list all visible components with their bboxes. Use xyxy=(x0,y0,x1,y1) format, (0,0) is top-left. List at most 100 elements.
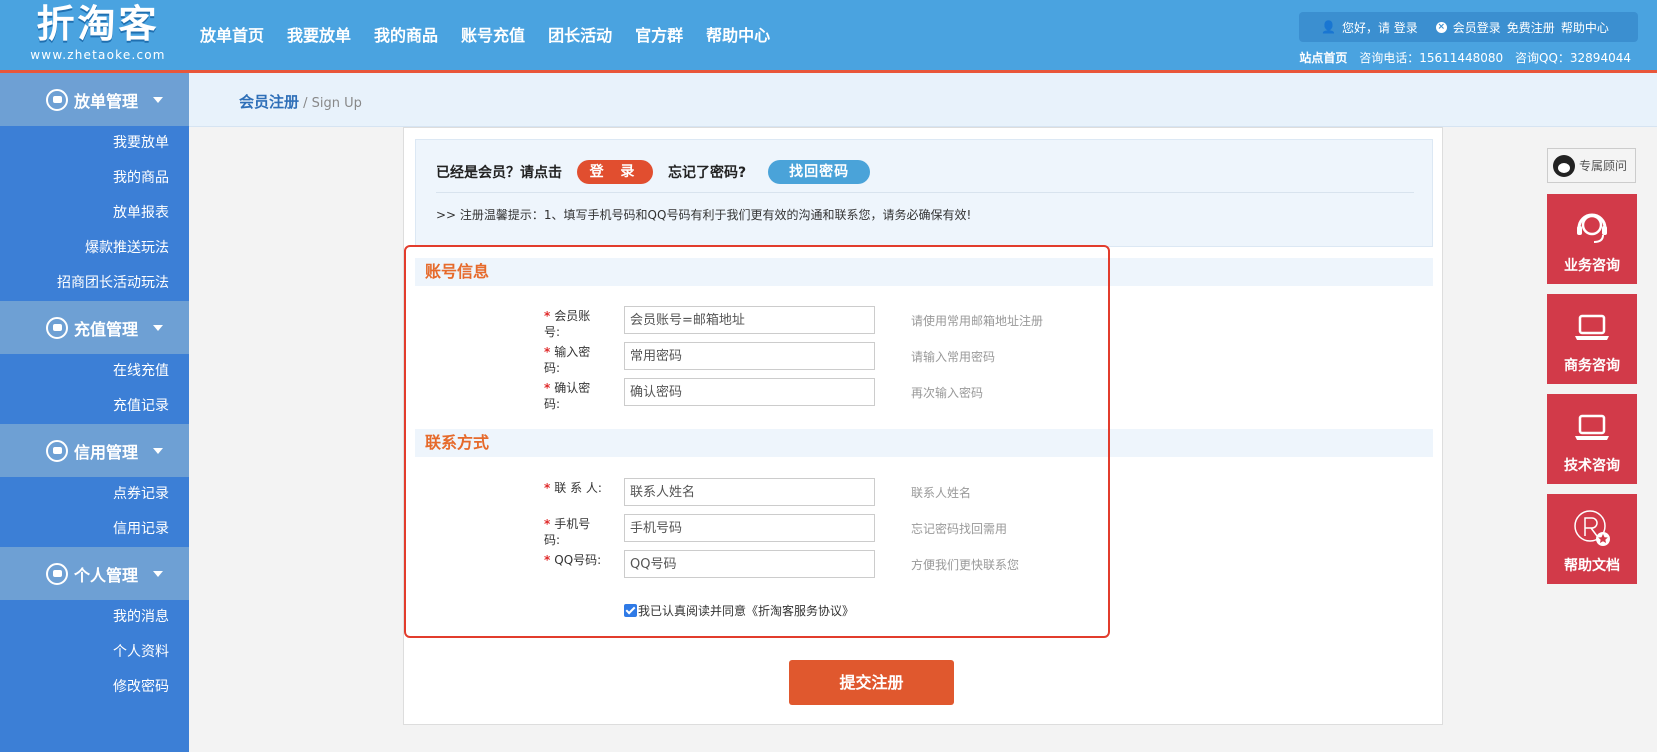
agreement-checkbox[interactable] xyxy=(624,604,637,617)
contact-name-input[interactable] xyxy=(624,478,875,506)
field-hint: 请输入常用密码 xyxy=(911,350,996,364)
commerce-consult-button[interactable]: 商务咨询 xyxy=(1547,294,1637,384)
page-subtitle: / Sign Up xyxy=(299,96,362,111)
contact-bar: 站点首页 咨询电话：15611448080 咨询QQ：32894044 xyxy=(1299,49,1639,66)
field-hint: 方便我们更快联系您 xyxy=(911,558,1020,572)
form-row-account: *会员账号: 请使用常用邮箱地址注册 xyxy=(404,306,1444,342)
sidebar-item-recharge-record[interactable]: 充值记录 xyxy=(0,389,189,424)
contact-section-title: 联系方式 xyxy=(415,429,1433,457)
sidebar-item-report[interactable]: 放单报表 xyxy=(0,196,189,231)
advisor-label: 专属顾问 xyxy=(1579,159,1628,173)
help-document-icon xyxy=(1574,510,1610,546)
sidebar-item-online-recharge[interactable]: 在线充值 xyxy=(0,354,189,389)
help-center-link[interactable]: 帮助中心 xyxy=(1561,19,1609,36)
required-mark: * xyxy=(544,553,551,567)
recharge-icon xyxy=(46,316,68,339)
form-row-phone: *手机号码: 忘记密码找回需用 xyxy=(404,514,1444,550)
caret-down-icon xyxy=(153,324,164,331)
business-consult-label: 业务咨询 xyxy=(1564,258,1620,274)
phone-input[interactable] xyxy=(624,514,875,542)
divider xyxy=(436,192,1414,193)
recover-password-button[interactable]: 找回密码 xyxy=(768,160,871,184)
login-button[interactable]: 登 录 xyxy=(577,160,653,184)
nav-home[interactable]: 放单首页 xyxy=(200,22,264,46)
user-greeting[interactable]: 您好，请 登录 xyxy=(1342,19,1418,36)
site-home-link[interactable]: 站点首页 xyxy=(1299,51,1347,65)
agreement-text[interactable]: 我已认真阅读并同意《折淘客服务协议》 xyxy=(638,602,854,619)
breadcrumb-band: 会员注册 / Sign Up xyxy=(189,73,1657,127)
field-hint: 忘记密码找回需用 xyxy=(911,522,1008,536)
sidebar-group-personal[interactable]: 个人管理 xyxy=(0,547,189,600)
required-mark: * xyxy=(544,309,551,323)
sidebar-item-hot-push[interactable]: 爆款推送玩法 xyxy=(0,231,189,266)
qq-penguin-icon xyxy=(1553,154,1575,177)
notice-box: 已经是会员？请点击 登 录 忘记了密码? 找回密码 >> 注册温馨提示：1、填写… xyxy=(415,139,1433,247)
sidebar-item-leader-recruit[interactable]: 招商团长活动玩法 xyxy=(0,266,189,301)
field-hint: 再次输入密码 xyxy=(911,386,984,400)
sidebar-group-recharge[interactable]: 充值管理 xyxy=(0,301,189,354)
sidebar-item-profile[interactable]: 个人资料 xyxy=(0,635,189,670)
sidebar-item-my-products[interactable]: 我的商品 xyxy=(0,161,189,196)
help-docs-label: 帮助文档 xyxy=(1564,558,1620,574)
nav-publish[interactable]: 我要放单 xyxy=(287,22,351,46)
free-register-link[interactable]: 免费注册 xyxy=(1507,19,1555,36)
laptop-icon xyxy=(1575,414,1609,440)
field-label: * 会员账号: xyxy=(544,309,591,339)
help-docs-button[interactable]: 帮助文档 xyxy=(1547,494,1637,584)
contact-qq: 咨询QQ：32894044 xyxy=(1515,51,1631,65)
sidebar-group-label: 放单管理 xyxy=(74,91,139,111)
user-bar: 👤 您好，请 登录 × 会员登录 免费注册 帮助中心 xyxy=(1299,12,1638,42)
nav-recharge[interactable]: 账号充值 xyxy=(461,22,525,46)
sidebar-item-coupon-record[interactable]: 点券记录 xyxy=(0,477,189,512)
credit-icon xyxy=(46,439,68,462)
account-input[interactable] xyxy=(624,306,875,334)
sidebar-item-credit-record[interactable]: 信用记录 xyxy=(0,512,189,547)
main-nav: 放单首页 我要放单 我的商品 账号充值 团长活动 官方群 帮助中心 xyxy=(200,22,793,46)
account-section-title: 账号信息 xyxy=(415,258,1433,286)
field-label: * 联 系 人: xyxy=(544,481,602,495)
business-consult-button[interactable]: 业务咨询 xyxy=(1547,194,1637,284)
submit-register-button[interactable]: 提交注册 xyxy=(789,660,954,705)
agreement-row: 我已认真阅读并同意《折淘客服务协议》 xyxy=(624,602,854,619)
contact-phone: 咨询电话：15611448080 xyxy=(1359,51,1504,65)
field-hint: 联系人姓名 xyxy=(911,486,972,500)
sidebar-group-label: 信用管理 xyxy=(74,442,139,462)
logo-domain: www.zhetaoke.com xyxy=(30,48,166,62)
tech-consult-label: 技术咨询 xyxy=(1564,458,1620,474)
sidebar-item-publish[interactable]: 我要放单 xyxy=(0,126,189,161)
confirm-password-input[interactable] xyxy=(624,378,875,406)
required-mark: * xyxy=(544,481,551,495)
caret-down-icon xyxy=(153,96,164,103)
sidebar-group-orders[interactable]: 放单管理 xyxy=(0,73,189,126)
already-member-text: 已经是会员？请点击 xyxy=(436,165,562,181)
form-row-confirm-password: *确认密码: 再次输入密码 xyxy=(404,378,1444,414)
breadcrumb: 会员注册 / Sign Up xyxy=(239,91,362,112)
nav-leader-activity[interactable]: 团长活动 xyxy=(548,22,612,46)
nav-my-products[interactable]: 我的商品 xyxy=(374,22,438,46)
sidebar-item-messages[interactable]: 我的消息 xyxy=(0,600,189,635)
form-row-password: *输入密码: 请输入常用密码 xyxy=(404,342,1444,378)
field-label: * 输入密码: xyxy=(544,345,591,375)
member-login-link[interactable]: 会员登录 xyxy=(1453,19,1501,36)
advisor-button[interactable]: 专属顾问 xyxy=(1547,148,1636,183)
sidebar: 放单管理 我要放单 我的商品 放单报表 爆款推送玩法 招商团长活动玩法 充值管理… xyxy=(0,73,189,752)
password-input[interactable] xyxy=(624,342,875,370)
sidebar-group-label: 充值管理 xyxy=(74,319,139,339)
sidebar-group-credit[interactable]: 信用管理 xyxy=(0,424,189,477)
sidebar-group-label: 个人管理 xyxy=(74,565,139,585)
orders-icon xyxy=(46,88,68,111)
caret-down-icon xyxy=(153,447,164,454)
laptop-icon xyxy=(1575,314,1609,340)
nav-official-group[interactable]: 官方群 xyxy=(635,22,683,46)
site-logo[interactable]: 折淘客 www.zhetaoke.com xyxy=(28,2,168,66)
headset-agent-icon xyxy=(1577,213,1607,243)
required-mark: * xyxy=(544,381,551,395)
commerce-consult-label: 商务咨询 xyxy=(1564,358,1620,374)
nav-help-center[interactable]: 帮助中心 xyxy=(706,22,770,46)
form-row-qq: *QQ号码: 方便我们更快联系您 xyxy=(404,550,1444,586)
qq-input[interactable] xyxy=(624,550,875,578)
personal-icon xyxy=(46,562,68,585)
sidebar-item-change-password[interactable]: 修改密码 xyxy=(0,670,189,705)
field-hint: 请使用常用邮箱地址注册 xyxy=(911,314,1044,328)
tech-consult-button[interactable]: 技术咨询 xyxy=(1547,394,1637,484)
